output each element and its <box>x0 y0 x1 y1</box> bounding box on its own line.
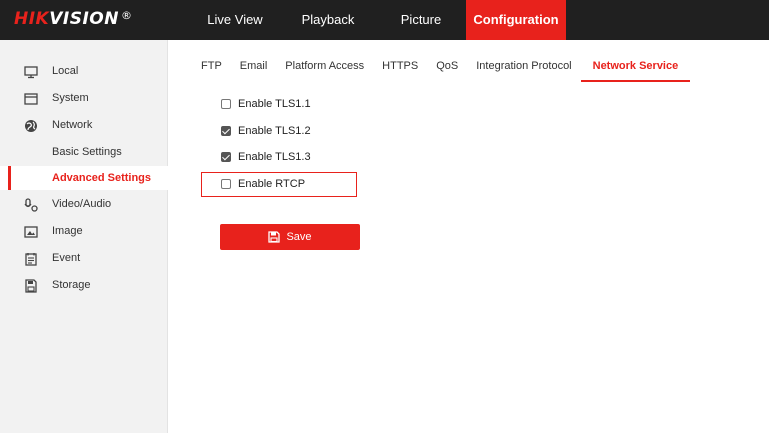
globe-icon <box>24 118 38 132</box>
sidebar-item-image[interactable]: Image <box>0 219 168 243</box>
nav-configuration[interactable]: Configuration <box>466 0 566 40</box>
sidebar-item-label: Storage <box>52 279 91 291</box>
enable-tls13-label: Enable TLS1.3 <box>238 151 311 163</box>
enable-tls11-label: Enable TLS1.1 <box>238 98 311 110</box>
sidebar-item-local[interactable]: Local <box>0 59 168 83</box>
image-icon <box>24 224 38 238</box>
sidebar-item-label: Event <box>52 252 81 264</box>
sidebar-item-label: Basic Settings <box>52 146 122 158</box>
nav-live-view[interactable]: Live View <box>190 0 280 40</box>
enable-tls12-label: Enable TLS1.2 <box>238 125 311 137</box>
enable-tls13-checkbox[interactable] <box>221 152 231 162</box>
sidebar-item-label: Video/Audio <box>52 198 112 210</box>
nav-playback[interactable]: Playback <box>280 0 376 40</box>
nav-picture[interactable]: Picture <box>376 0 466 40</box>
sidebar-item-label: System <box>52 92 89 104</box>
save-button-label: Save <box>286 231 312 243</box>
registered-mark: ® <box>120 9 133 22</box>
sidebar-item-video-audio[interactable]: Video/Audio <box>0 192 168 216</box>
enable-rtcp-checkbox[interactable] <box>221 179 231 189</box>
sidebar: Local System Network Basic Settings Adva… <box>0 40 168 433</box>
event-icon <box>24 251 38 266</box>
sidebar-item-system[interactable]: System <box>0 86 168 110</box>
tab-ftp[interactable]: FTP <box>192 54 231 82</box>
top-bar: HIKVISION ® Live View Playback Picture Co… <box>0 0 769 40</box>
logo-white-text: VISION <box>49 9 119 29</box>
enable-tls11-checkbox[interactable] <box>221 99 231 109</box>
enable-tls12-checkbox[interactable] <box>221 126 231 136</box>
sidebar-item-advanced-settings[interactable]: Advanced Settings <box>0 166 168 190</box>
video-audio-icon <box>24 197 38 212</box>
storage-icon <box>24 278 38 293</box>
config-tabs: FTP Email Platform Access HTTPS QoS Inte… <box>192 54 691 82</box>
hikvision-logo: HIKVISION ® <box>14 9 132 29</box>
sidebar-item-label: Advanced Settings <box>52 172 152 184</box>
sidebar-item-label: Network <box>52 119 93 131</box>
tab-platform-access[interactable]: Platform Access <box>276 54 373 82</box>
system-icon <box>24 91 38 105</box>
tab-integration-protocol[interactable]: Integration Protocol <box>467 54 580 82</box>
sidebar-item-label: Local <box>52 65 79 77</box>
save-icon <box>268 231 281 243</box>
tab-https[interactable]: HTTPS <box>373 54 427 82</box>
tab-network-service[interactable]: Network Service <box>580 54 691 82</box>
main-nav: Live View Playback Picture Configuration <box>190 0 566 40</box>
tab-email[interactable]: Email <box>231 54 277 82</box>
save-button[interactable]: Save <box>220 224 360 250</box>
logo-red-text: HIK <box>14 9 50 29</box>
sidebar-item-label: Image <box>52 225 83 237</box>
monitor-icon <box>24 64 38 79</box>
sidebar-item-event[interactable]: Event <box>0 246 168 270</box>
sidebar-item-storage[interactable]: Storage <box>0 273 168 297</box>
tab-qos[interactable]: QoS <box>427 54 467 82</box>
sidebar-item-basic-settings[interactable]: Basic Settings <box>0 140 168 164</box>
enable-rtcp-label: Enable RTCP <box>238 178 306 190</box>
sidebar-item-network[interactable]: Network <box>0 113 168 137</box>
